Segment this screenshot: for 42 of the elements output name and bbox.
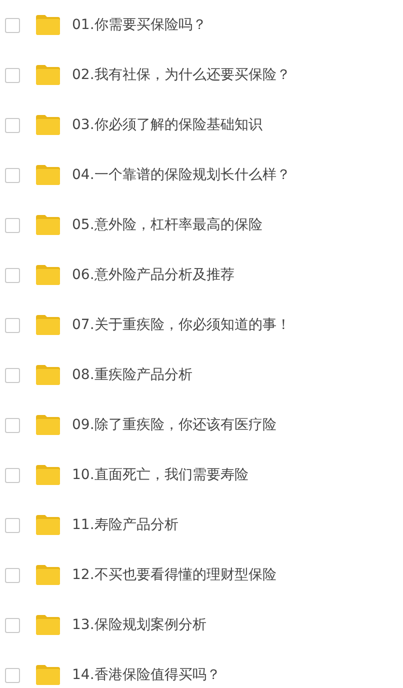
- folder-icon: [35, 614, 61, 636]
- folder-icon: [35, 64, 61, 86]
- checkbox[interactable]: [5, 268, 20, 282]
- folder-icon: [35, 214, 61, 236]
- checkbox[interactable]: [5, 368, 20, 382]
- checkbox[interactable]: [5, 468, 20, 482]
- folder-name[interactable]: 07.关于重疾险，你必须知道的事！: [72, 314, 290, 336]
- folder-icon: [35, 314, 61, 336]
- checkbox[interactable]: [5, 518, 20, 532]
- folder-name[interactable]: 10.直面死亡，我们需要寿险: [72, 464, 248, 486]
- folder-name[interactable]: 03.你必须了解的保险基础知识: [72, 114, 262, 136]
- folder-icon: [35, 164, 61, 186]
- folder-icon: [35, 364, 61, 386]
- folder-name[interactable]: 06.意外险产品分析及推荐: [72, 264, 234, 286]
- folder-icon: [35, 14, 61, 36]
- folder-name[interactable]: 01.你需要买保险吗？: [72, 14, 206, 36]
- folder-icon: [35, 664, 61, 686]
- folder-icon: [35, 564, 61, 586]
- folder-icon: [35, 514, 61, 536]
- checkbox[interactable]: [5, 418, 20, 432]
- checkbox[interactable]: [5, 618, 20, 632]
- folder-icon: [35, 114, 61, 136]
- folder-name[interactable]: 13.保险规划案例分析: [72, 614, 206, 636]
- folder-name[interactable]: 11.寿险产品分析: [72, 514, 178, 536]
- checkbox[interactable]: [5, 18, 20, 32]
- checkbox[interactable]: [5, 118, 20, 132]
- checkbox[interactable]: [5, 668, 20, 682]
- checkbox[interactable]: [5, 68, 20, 82]
- folder-icon: [35, 414, 61, 436]
- folder-name[interactable]: 09.除了重疾险，你还该有医疗险: [72, 414, 276, 436]
- folder-name[interactable]: 08.重疾险产品分析: [72, 364, 192, 386]
- folder-name[interactable]: 12.不买也要看得懂的理财型保险: [72, 564, 276, 586]
- checkbox[interactable]: [5, 168, 20, 182]
- checkbox[interactable]: [5, 568, 20, 582]
- folder-name[interactable]: 02.我有社保，为什么还要买保险？: [72, 64, 290, 86]
- folder-name[interactable]: 05.意外险，杠杆率最高的保险: [72, 214, 262, 236]
- checkbox[interactable]: [5, 318, 20, 332]
- folder-name[interactable]: 14.香港保险值得买吗？: [72, 664, 220, 686]
- folder-name[interactable]: 04.一个靠谱的保险规划长什么样？: [72, 164, 290, 186]
- folder-icon: [35, 264, 61, 286]
- folder-icon: [35, 464, 61, 486]
- checkbox[interactable]: [5, 218, 20, 232]
